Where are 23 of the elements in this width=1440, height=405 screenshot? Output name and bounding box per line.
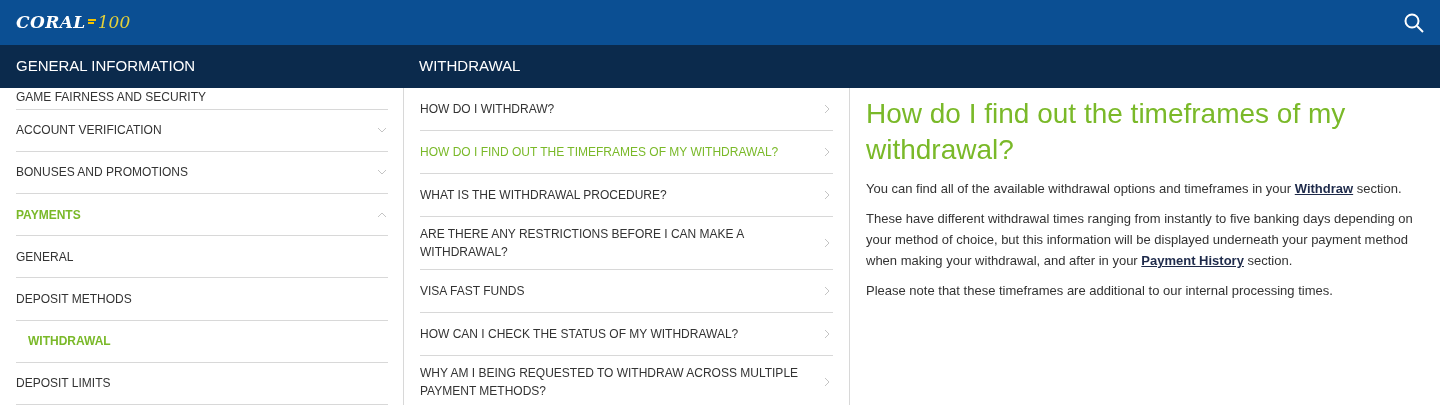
panel-title: WITHDRAWAL [418,56,521,77]
sidebar-item[interactable]: GAME FAIRNESS AND SECURITY [16,88,207,106]
search-icon[interactable] [1404,12,1424,33]
question-item[interactable]: ARE THERE ANY RESTRICTIONS BEFORE I CAN MAKE A WITHDRAWAL? [420,217,833,270]
question-item[interactable]: WHAT IS THE WITHDRAWAL PROCEDURE? [420,174,833,217]
panel-title: GENERAL INFORMATION [15,56,197,77]
article-paragraph: These have different withdrawal times ranging from instantly to five banking days depending on your method of choice, but this information will be displayed underneath your payment method when making your withdrawal, and after in your Payment History section. [866,210,1414,270]
article-title: How do I find out the timeframes of my withdrawal? [866,97,1347,167]
sidebar-item[interactable]: DEPOSIT METHODS [16,290,132,308]
flag-icon [87,19,96,26]
logo[interactable]: CORAL 100 [16,9,131,36]
question-item[interactable]: WHY AM I BEING REQUESTED TO WITHDRAW ACROSS MULTIPLE PAYMENT METHODS? [420,356,833,405]
article-paragraph: You can find all of the available withdrawal options and timeframes in your Withdraw section. [866,180,1403,198]
question-item[interactable]: HOW CAN I CHECK THE STATUS OF MY WITHDRAWAL? [420,313,833,356]
sidebar-item[interactable]: DEPOSIT LIMITS [16,374,111,393]
article-link[interactable]: Withdraw [1294,181,1354,196]
sidebar-item[interactable]: ACCOUNT VERIFICATION [16,121,162,140]
article-link[interactable]: Payment History [1141,253,1244,268]
question-item[interactable]: VISA FAST FUNDS [420,270,833,313]
article-paragraph: Please note that these timeframes are additional to our internal processing times. [866,282,1334,300]
sidebar-item[interactable]: BONUSES AND PROMOTIONS [16,163,189,182]
question-item[interactable]: HOW DO I WITHDRAW? [420,88,833,131]
sidebar-item[interactable]: GENERAL [16,247,74,266]
